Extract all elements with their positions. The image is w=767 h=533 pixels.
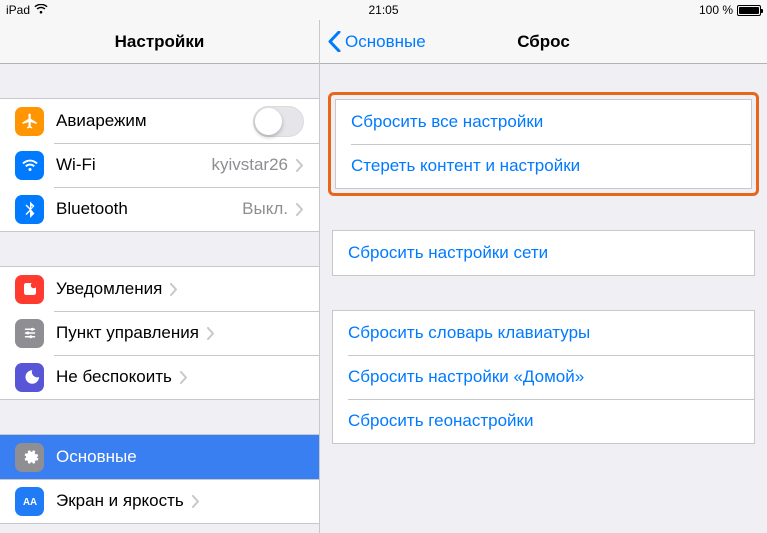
reset-network-label: Сбросить настройки сети	[348, 243, 548, 263]
notifications-icon	[15, 275, 44, 304]
sidebar-title: Настройки	[0, 32, 319, 52]
reset-all-settings-button[interactable]: Сбросить все настройки	[336, 100, 751, 144]
sidebar-item-wifi[interactable]: Wi-Fi kyivstar26	[0, 143, 319, 187]
highlight-annotation: Сбросить все настройки Стереть контент и…	[328, 92, 759, 196]
wifi-label: Wi-Fi	[56, 155, 96, 175]
reset-keyboard-label: Сбросить словарь клавиатуры	[348, 323, 590, 343]
chevron-right-icon	[192, 495, 200, 508]
settings-sidebar: Настройки Авиарежим Wi-Fi kyivstar26	[0, 20, 320, 533]
gear-icon	[15, 443, 44, 472]
chevron-right-icon	[296, 159, 304, 172]
sidebar-item-airplane[interactable]: Авиарежим	[0, 99, 319, 143]
erase-all-content-button[interactable]: Стереть контент и настройки	[336, 144, 751, 188]
moon-icon	[15, 363, 44, 392]
svg-text:AA: AA	[22, 497, 36, 508]
back-label: Основные	[345, 32, 426, 52]
sidebar-item-display[interactable]: AA Экран и яркость	[0, 479, 319, 523]
notifications-label: Уведомления	[56, 279, 162, 299]
wifi-value: kyivstar26	[211, 155, 288, 175]
battery-icon	[737, 5, 761, 16]
reset-keyboard-button[interactable]: Сбросить словарь клавиатуры	[333, 311, 754, 355]
bluetooth-value: Выкл.	[242, 199, 288, 219]
status-bar: iPad 21:05 100 %	[0, 0, 767, 20]
airplane-icon	[15, 107, 44, 136]
airplane-label: Авиарежим	[56, 111, 147, 131]
device-label: iPad	[6, 3, 30, 17]
airplane-switch[interactable]	[253, 106, 304, 137]
reset-all-label: Сбросить все настройки	[351, 112, 543, 132]
bluetooth-label: Bluetooth	[56, 199, 128, 219]
chevron-right-icon	[207, 327, 215, 340]
display-label: Экран и яркость	[56, 491, 184, 511]
detail-nav: Основные Сброс	[320, 20, 767, 64]
reset-location-button[interactable]: Сбросить геонастройки	[333, 399, 754, 443]
sidebar-item-control-center[interactable]: Пункт управления	[0, 311, 319, 355]
sidebar-item-notifications[interactable]: Уведомления	[0, 267, 319, 311]
status-time: 21:05	[0, 3, 767, 17]
chevron-right-icon	[180, 371, 188, 384]
general-label: Основные	[56, 447, 137, 467]
control-center-label: Пункт управления	[56, 323, 199, 343]
reset-network-button[interactable]: Сбросить настройки сети	[333, 231, 754, 275]
chevron-right-icon	[296, 203, 304, 216]
reset-home-button[interactable]: Сбросить настройки «Домой»	[333, 355, 754, 399]
sidebar-nav: Настройки	[0, 20, 319, 64]
detail-pane: Основные Сброс Сбросить все настройки Ст…	[320, 20, 767, 533]
reset-home-label: Сбросить настройки «Домой»	[348, 367, 584, 387]
back-button[interactable]: Основные	[320, 31, 434, 52]
chevron-right-icon	[170, 283, 178, 296]
bluetooth-icon	[15, 195, 44, 224]
chevron-left-icon	[328, 31, 341, 52]
wifi-settings-icon	[15, 151, 44, 180]
erase-all-label: Стереть контент и настройки	[351, 156, 580, 176]
sidebar-item-general[interactable]: Основные	[0, 435, 319, 479]
control-center-icon	[15, 319, 44, 348]
display-icon: AA	[15, 487, 44, 516]
reset-location-label: Сбросить геонастройки	[348, 411, 534, 431]
dnd-label: Не беспокоить	[56, 367, 172, 387]
battery-text: 100 %	[699, 3, 733, 17]
sidebar-item-dnd[interactable]: Не беспокоить	[0, 355, 319, 399]
wifi-icon	[34, 4, 48, 17]
sidebar-item-bluetooth[interactable]: Bluetooth Выкл.	[0, 187, 319, 231]
